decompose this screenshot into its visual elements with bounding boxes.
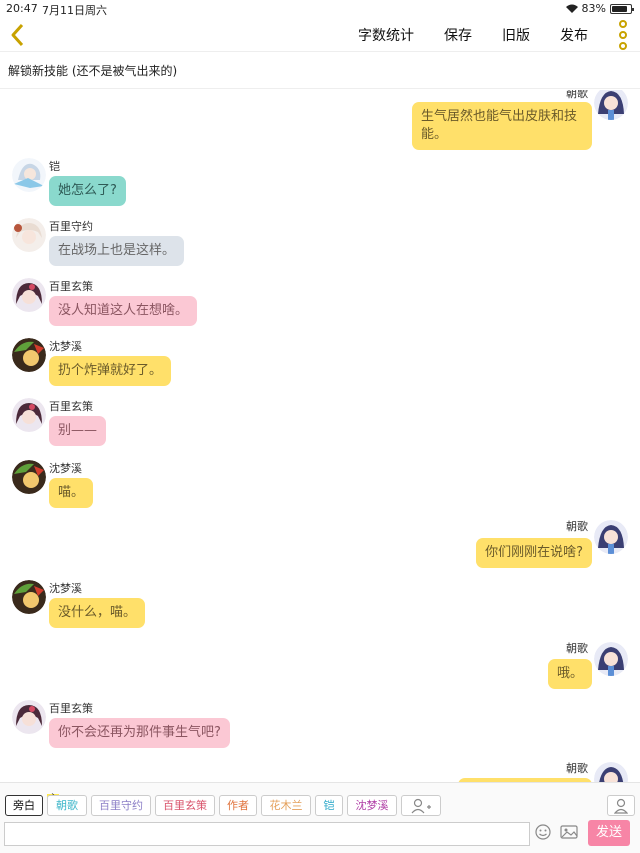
avatar-shenmengxi[interactable]: [12, 460, 46, 494]
add-user-icon: [411, 798, 431, 814]
tag-character-bailishouyue[interactable]: 百里守约: [91, 795, 151, 816]
message-bubble: 没人知道这人在想啥。: [49, 296, 198, 326]
message-bubble: 你们刚刚在说啥?: [476, 538, 592, 568]
character-selector: 旁白 主 朝歌 百里守约 百里玄策 作者 花木兰 铠 沈梦溪: [0, 782, 640, 820]
message-bubble: 没什么，喵。: [49, 598, 146, 628]
message-bubble: 扔个炸弹就好了。: [49, 356, 172, 386]
avatar-kai[interactable]: [12, 158, 46, 192]
story-title: 解锁新技能 (还不是被气出来的): [0, 53, 640, 89]
wifi-icon: [565, 4, 578, 13]
tag-character-chaoge[interactable]: 朝歌: [47, 795, 87, 816]
message-author: 朝歌: [566, 520, 588, 533]
nav-actions: 字数统计 保存 旧版 发布: [358, 18, 640, 52]
message-author: 朝歌: [566, 90, 588, 100]
old-version-button[interactable]: 旧版: [502, 25, 530, 45]
message-author: 朝歌: [566, 642, 588, 655]
message-bubble: 你不会还再为那件事生气吧?: [49, 718, 230, 748]
word-count-button[interactable]: 字数统计: [358, 25, 414, 45]
status-date: 7月11日周六: [42, 4, 107, 17]
avatar-bailishouyue[interactable]: [12, 218, 46, 252]
avatar-bailixuance[interactable]: [12, 278, 46, 312]
status-bar: 20:47 7月11日周六 83%: [0, 0, 640, 18]
send-button[interactable]: 发送: [588, 820, 630, 846]
avatar-chaoge[interactable]: [594, 642, 628, 676]
tag-character-kai[interactable]: 铠: [315, 795, 343, 816]
status-right: 83%: [565, 2, 634, 15]
message-input[interactable]: [4, 822, 530, 846]
battery-percent: 83%: [581, 2, 606, 15]
message-author: 沈梦溪: [49, 462, 82, 475]
message-bubble: 在战场上也是这样。: [49, 236, 185, 266]
avatar-shenmengxi[interactable]: [12, 580, 46, 614]
tag-narration[interactable]: 旁白: [5, 795, 43, 816]
tag-character-shenmengxi[interactable]: 沈梦溪: [347, 795, 397, 816]
tag-character-bailixuance[interactable]: 百里玄策: [155, 795, 215, 816]
status-time: 20:47: [6, 2, 38, 15]
message-author: 百里玄策: [49, 280, 93, 293]
avatar-bailixuance[interactable]: [12, 398, 46, 432]
image-icon[interactable]: [560, 824, 578, 840]
avatar-chaoge[interactable]: [594, 90, 628, 120]
message-bubble: 喵。: [49, 478, 94, 508]
chat-area[interactable]: 朝歌 生气居然也能气出皮肤和技能。 铠 她怎么了? 百里守约 在战场上也是这样。…: [0, 90, 640, 782]
more-menu-icon[interactable]: [618, 20, 628, 50]
message-author: 沈梦溪: [49, 340, 82, 353]
top-nav: 字数统计 保存 旧版 发布: [0, 18, 640, 52]
avatar-chaoge[interactable]: [594, 520, 628, 554]
back-button[interactable]: [6, 22, 30, 48]
chevron-left-icon: [11, 23, 24, 47]
message-bubble: 她怎么了?: [49, 176, 126, 206]
publish-button[interactable]: 发布: [560, 25, 588, 45]
character-list-button[interactable]: [607, 795, 635, 816]
save-button[interactable]: 保存: [444, 25, 472, 45]
message-bubble: 生气居然也能气出皮肤和技能。: [412, 102, 592, 150]
emoji-icon[interactable]: [535, 824, 551, 840]
tag-character-author[interactable]: 作者: [219, 795, 257, 816]
tag-character-huamulan[interactable]: 花木兰: [261, 795, 311, 816]
message-author: 百里玄策: [49, 400, 93, 413]
avatar-bailixuance[interactable]: [12, 700, 46, 734]
message-bubble: 哦。: [547, 659, 592, 689]
message-author: 朝歌: [566, 762, 588, 775]
avatar-shenmengxi[interactable]: [12, 338, 46, 372]
battery-icon: [610, 3, 634, 14]
message-author: 铠: [49, 160, 60, 173]
message-author: 沈梦溪: [49, 582, 82, 595]
user-icon: [613, 798, 629, 814]
input-bar: 发送: [0, 820, 640, 853]
add-character-button[interactable]: [401, 795, 441, 816]
message-bubble: 别——: [49, 416, 107, 446]
message-author: 百里守约: [49, 220, 93, 233]
avatar-chaoge[interactable]: [594, 762, 628, 782]
message-author: 百里玄策: [49, 702, 93, 715]
